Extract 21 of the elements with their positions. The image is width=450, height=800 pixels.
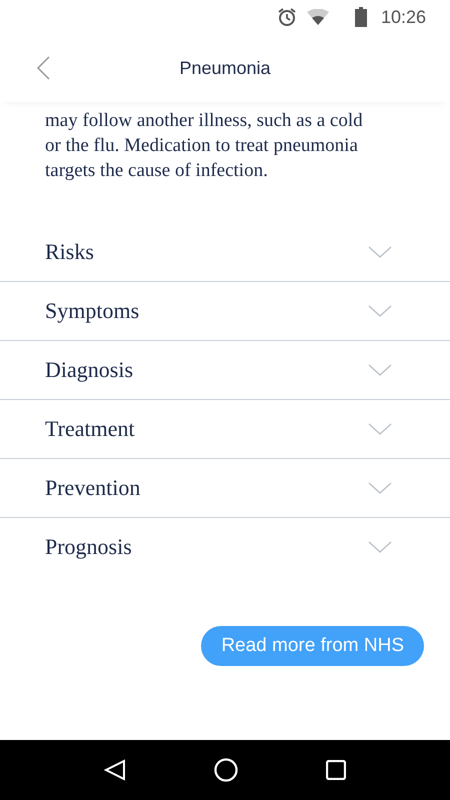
battery-icon xyxy=(354,7,367,27)
chevron-icon xyxy=(368,305,392,317)
chevron-icon xyxy=(368,482,392,494)
section-label: Prognosis xyxy=(45,534,132,560)
section-label: Treatment xyxy=(45,416,135,442)
section-label: Symptoms xyxy=(45,298,140,324)
status-time: 10:26 xyxy=(380,6,426,28)
home-icon[interactable] xyxy=(214,758,238,782)
chevron-icon xyxy=(368,246,392,258)
page-title: Pneumonia xyxy=(179,58,271,78)
back-icon[interactable] xyxy=(104,759,126,781)
recents-icon[interactable] xyxy=(326,760,346,780)
chevron-icon xyxy=(368,423,392,435)
intro-paragraph: may follow another illness, such as a cold or the flu. Medication to treat pneumonia targets the cause of infection. xyxy=(45,109,364,183)
alarm-icon xyxy=(276,7,297,27)
section-label: Risks xyxy=(45,239,94,265)
wifi-icon xyxy=(306,9,329,25)
section-label: Prevention xyxy=(45,475,140,501)
chevron-icon xyxy=(368,364,392,376)
section-label: Diagnosis xyxy=(45,357,133,383)
chevron-icon xyxy=(368,541,392,553)
